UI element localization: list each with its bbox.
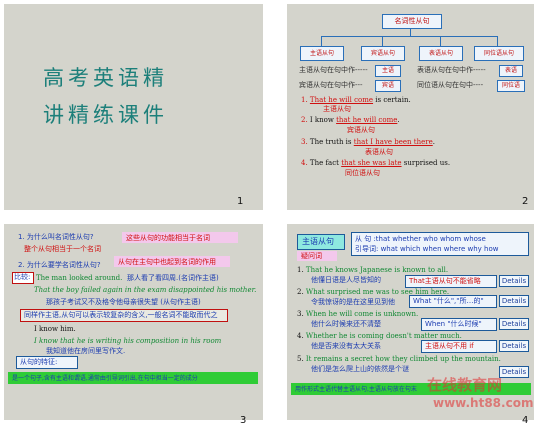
slide-1-page-number: 1 (237, 196, 244, 207)
question-1-sub: 整个从句相当于一个名词 (24, 245, 101, 253)
note-predicative: 表语从句在句中作----- (417, 66, 486, 74)
example-a: The man looked around. (36, 274, 123, 282)
note-box-appositive: 同位语 (497, 80, 525, 92)
item-1-translation: 他懂日语是人尽皆知的 (311, 276, 381, 284)
item-2-translation: 令我惊讶的是在这里见到他 (311, 298, 395, 306)
slide-1-thumbnail[interactable]: 高考英语精 讲精练课件 (4, 4, 263, 210)
tree-node-subject: 主语从句 (300, 46, 344, 61)
tree-node-appositive: 同位语从句 (474, 46, 524, 61)
tree-connector (440, 36, 441, 46)
note-appositive: 同位语从句在句中---- (417, 81, 484, 89)
example-3-tag: 表语从句 (365, 148, 393, 156)
question-1: 1. 为什么叫名词性从句? (18, 233, 94, 241)
example-4: 4. The fact that she was late surprised … (301, 159, 451, 167)
item-4-note: 主语从句不用 if (421, 340, 497, 353)
summary-bar: 是一个句子,含有主语和谓语,通常由引导词引出,在句中担当一定的成分 (8, 372, 258, 384)
item-1-note: That主语从句不能省略 (405, 275, 497, 288)
note-box-object: 宾语 (375, 80, 401, 92)
example-2-tag: 宾语从句 (347, 126, 375, 134)
example-1: 1. That he will come is certain. (301, 96, 411, 104)
example-d-translation: 我知道他在房间里写作文. (46, 347, 126, 355)
slide-2-page-number: 2 (522, 196, 529, 207)
item-5-details-button[interactable]: Details (499, 366, 529, 378)
item-3-translation: 他什么时候来还不清楚 (311, 320, 381, 328)
slide-1-title-line1: 高考英语精 (43, 66, 168, 90)
watermark-text: 在线教育网 (427, 376, 503, 394)
tree-node-predicative: 表语从句 (419, 46, 463, 61)
item-5-sentence: 5. It remains a secret how they climbed … (297, 355, 501, 363)
item-2-note: What "什么","所…的" (409, 295, 497, 308)
connectives-box: 从 句 :that whether who whom whose 引导词: wh… (351, 232, 529, 256)
topic-subheading: 疑问词 (301, 252, 322, 260)
tree-connector (321, 36, 497, 37)
slide-1-title-line2: 讲精练课件 (43, 103, 168, 127)
question-1-note: 这些从句的功能相当于名词 (126, 234, 210, 242)
slide-2-thumbnail[interactable]: 名词性从句 主语从句 宾语从句 表语从句 同位语从句 主语从句在句中作-----… (287, 4, 534, 210)
item-3-sentence: 3. When he will come is unknown. (297, 310, 419, 318)
question-2: 2. 为什么要学名词性从句? (18, 261, 101, 269)
tree-node-object: 宾语从句 (361, 46, 405, 61)
tree-connector (321, 36, 322, 46)
watermark-url: www.ht88.com (433, 396, 534, 410)
example-2: 2. I know that he will come. (301, 116, 400, 124)
example-b-translation: 那孩子考试又不及格令他母亲很失望 (从句作主语) (46, 298, 201, 306)
example-b: That the boy failed again in the exam di… (34, 286, 257, 294)
note-object: 宾语从句在句中作--- (299, 81, 363, 89)
example-a-translation: 那人看了看四周.(名词作主语) (127, 274, 219, 282)
tree-root-box: 名词性从句 (382, 14, 442, 29)
question-2-note: 从句在主句中也起到名词的作用 (118, 258, 216, 266)
note-box-predicative: 表语 (499, 65, 523, 77)
tree-connector (410, 28, 411, 36)
item-1-sentence: 1. That he knows Japanese is known to al… (297, 266, 449, 274)
example-3: 3. The truth is that I have been there. (301, 138, 435, 146)
item-3-note: When "什么时候" (421, 318, 497, 331)
item-1-details-button[interactable]: Details (499, 275, 529, 287)
item-4-translation: 他是否来没有太大关系 (311, 342, 381, 350)
topic-heading-box: 主语从句 (297, 234, 345, 250)
item-5-translation: 他们是怎么爬上山的依然是个谜 (311, 365, 409, 373)
note-subject: 主语从句在句中作----- (299, 66, 368, 74)
item-4-details-button[interactable]: Details (499, 340, 529, 352)
key-point-box: 同样作主语,从句可以表示较复杂的含义,一般名词不能取而代之 (20, 309, 228, 322)
tree-connector (497, 36, 498, 46)
tree-connector (382, 36, 383, 46)
feature-label-box: 从句的特征: (16, 356, 78, 369)
example-4-tag: 同位语从句 (345, 169, 380, 177)
example-d: I know that he is writing his compositio… (34, 337, 222, 345)
item-2-details-button[interactable]: Details (499, 295, 529, 307)
example-c: I know him. (34, 325, 76, 333)
example-1-tag: 主语从句 (323, 105, 351, 113)
compare-tag: 比较: (12, 272, 34, 284)
slide-3-thumbnail[interactable]: 1. 为什么叫名词性从句? 这些从句的功能相当于名词 整个从句相当于一个名词 2… (4, 224, 263, 420)
item-3-details-button[interactable]: Details (499, 318, 529, 330)
note-box-subject: 主语 (375, 65, 401, 77)
slide-4-thumbnail[interactable]: 主语从句 疑问词 从 句 :that whether who whom whos… (287, 224, 534, 420)
